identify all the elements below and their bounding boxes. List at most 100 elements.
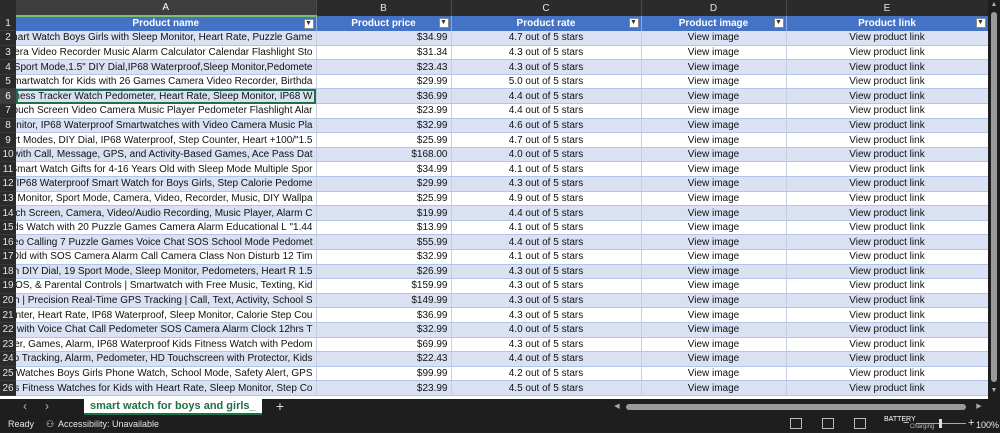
cell-product-name[interactable]: Watch with Call, Message, GPS, and Activ… [16,147,317,163]
cell-product-link[interactable]: View product link [786,293,989,309]
cell-product-name[interactable]: 1.5"/100+ Sport Modes, DIY Dial, IP68 Wa… [16,132,317,148]
cell-product-price[interactable]: $32.99 [316,249,452,265]
cell-product-link[interactable]: View product link [786,205,989,221]
cell-product-name[interactable]: SOS, & Parental Controls | Smartwatch wi… [16,278,317,294]
scroll-right-icon[interactable]: ▶ [974,402,984,412]
cell-product-price[interactable]: $32.99 [316,118,452,134]
row-header[interactable]: 9 [0,132,16,148]
cell-product-price[interactable]: $31.34 [316,45,452,61]
row-header[interactable]: 11 [0,161,16,178]
cell-product-link[interactable]: View product link [786,220,989,236]
cell-product-image-link[interactable]: View image [641,132,787,148]
cell-product-image-link[interactable]: View image [641,264,787,280]
row-header[interactable]: 24 [0,351,16,367]
cell-product-price[interactable]: $99.99 [316,366,452,382]
cell-product-rate[interactable]: 4.3 out of 5 stars [451,337,642,353]
cell-product-image-link[interactable]: View image [641,278,787,294]
cell-product-link[interactable]: View product link [786,147,989,163]
cell-product-image-link[interactable]: View image [641,380,787,396]
cell-product-image-link[interactable]: View image [641,366,787,382]
row-header[interactable]: 17 [0,249,16,265]
cell-product-rate[interactable]: 4.3 out of 5 stars [451,293,642,309]
cell-product-rate[interactable]: 4.4 out of 5 stars [451,103,642,119]
prev-sheet-icon[interactable]: ‹ [18,399,32,415]
column-header-e[interactable]: E [786,0,989,16]
cell-product-price[interactable]: $13.99 [316,220,452,236]
cell-product-rate[interactable]: 4.4 out of 5 stars [451,205,642,221]
column-header-a[interactable]: A [16,0,317,17]
cell-product-link[interactable]: View product link [786,322,989,338]
cell-product-link[interactable]: View product link [786,366,989,382]
cell-product-price[interactable]: $25.99 [316,191,452,207]
cell-product-rate[interactable]: 4.9 out of 5 stars [451,191,642,207]
row-header[interactable]: 7 [0,103,16,119]
cell-product-price[interactable]: $55.99 [316,234,452,250]
cell-product-link[interactable]: View product link [786,264,989,280]
cell-product-image-link[interactable]: View image [641,103,787,119]
row-header[interactable]: 5 [0,74,16,90]
cell-product-image-link[interactable]: View image [641,176,787,192]
cell-product-link[interactable]: View product link [786,103,989,119]
column-header-c[interactable]: C [451,0,642,16]
add-sheet-icon[interactable]: + [272,399,288,415]
cell-product-price[interactable]: $34.99 [316,30,452,46]
accessibility-status[interactable]: Accessibility: Unavailable [58,419,159,429]
cell-product-name[interactable]: 1.5 Inch DIY Dial, 19 Sport Mode, Sleep … [16,264,317,280]
cell-product-rate[interactable]: 4.3 out of 5 stars [451,59,642,75]
cell-product-image-link[interactable]: View image [641,351,787,367]
cell-product-image-link[interactable]: View image [641,30,787,46]
row-header[interactable]: 21 [0,307,16,323]
cell-product-image-link[interactable]: View image [641,45,787,61]
cell-product-link[interactable]: View product link [786,118,989,134]
row-header[interactable]: 16 [0,234,16,250]
cell-product-name[interactable]: Counter, Heart Rate, IP68 Waterproof, Sl… [16,307,317,323]
cell-product-image-link[interactable]: View image [641,249,787,265]
cell-product-price[interactable]: $36.99 [316,88,452,105]
cell-product-name[interactable]: Monitor, IP68 Waterproof Smartwatches wi… [16,118,317,134]
row-header[interactable]: 8 [0,118,16,134]
cell-product-image-link[interactable]: View image [641,59,787,75]
cell-product-price[interactable]: $25.99 [316,132,452,148]
row-header[interactable]: 22 [0,322,16,338]
cell-product-link[interactable]: View product link [786,30,989,46]
cell-product-image-link[interactable]: View image [641,307,787,323]
row-header[interactable]: 19 [0,278,16,294]
cell-product-image-link[interactable]: View image [641,220,787,236]
cell-product-rate[interactable]: 5.0 out of 5 stars [451,74,642,90]
row-header[interactable]: 20 [0,293,16,309]
cell-product-name[interactable]: Smart Watches Boys Girls Phone Watch, Sc… [16,366,317,382]
row-header[interactable]: 18 [0,264,16,280]
cell-product-price[interactable]: $29.99 [316,74,452,90]
cell-product-name[interactable]: Dial/IP68 Waterproof Smart Watch for Boy… [16,176,317,192]
zoom-slider-knob[interactable] [939,419,942,428]
cell-product-link[interactable]: View product link [786,191,989,207]
cell-product-link[interactable]: View product link [786,132,989,148]
cell-product-name[interactable]: Kids Fitness Watches for Kids with Heart… [16,380,317,396]
cell-product-image-link[interactable]: View image [641,161,787,178]
cell-product-image-link[interactable]: View image [641,147,787,163]
cell-product-price[interactable]: $32.99 [316,322,452,338]
cell-product-name[interactable]: Smartwatch for Kids with 26 Games Camera… [16,74,317,90]
row-header[interactable]: 14 [0,205,16,221]
cell-product-link[interactable]: View product link [786,88,989,105]
filter-dropdown-icon[interactable]: ▼ [773,18,784,28]
cell-product-rate[interactable]: 4.6 out of 5 stars [451,118,642,134]
horizontal-scroll-thumb[interactable] [626,404,966,410]
cell-product-link[interactable]: View product link [786,351,989,367]
cell-product-link[interactable]: View product link [786,161,989,178]
cell-product-name[interactable]: Camera Video Recorder Music Alarm Calcul… [16,45,317,61]
cell-product-price[interactable]: $168.00 [316,147,452,163]
cell-product-image-link[interactable]: View image [641,337,787,353]
cell-product-image-link[interactable]: View image [641,205,787,221]
header-product-price[interactable]: Product price ▼ [316,16,452,31]
cell-product-name[interactable]: Video Calling 7 Puzzle Games Voice Chat … [16,234,317,250]
cell-product-name[interactable]: Step Tracking, Alarm, Pedometer, HD Touc… [16,351,317,367]
cell-product-link[interactable]: View product link [786,176,989,192]
page-break-view-icon[interactable] [854,418,866,429]
row-header[interactable]: 10 [0,147,16,163]
cell-product-price[interactable]: $23.99 [316,380,452,396]
cell-product-name[interactable]: Sport Mode,1.5" DIY Dial,IP68 Waterproof… [16,59,317,75]
cell-product-link[interactable]: View product link [786,337,989,353]
cell-product-rate[interactable]: 4.3 out of 5 stars [451,307,642,323]
cell-product-rate[interactable]: 4.2 out of 5 stars [451,366,642,382]
